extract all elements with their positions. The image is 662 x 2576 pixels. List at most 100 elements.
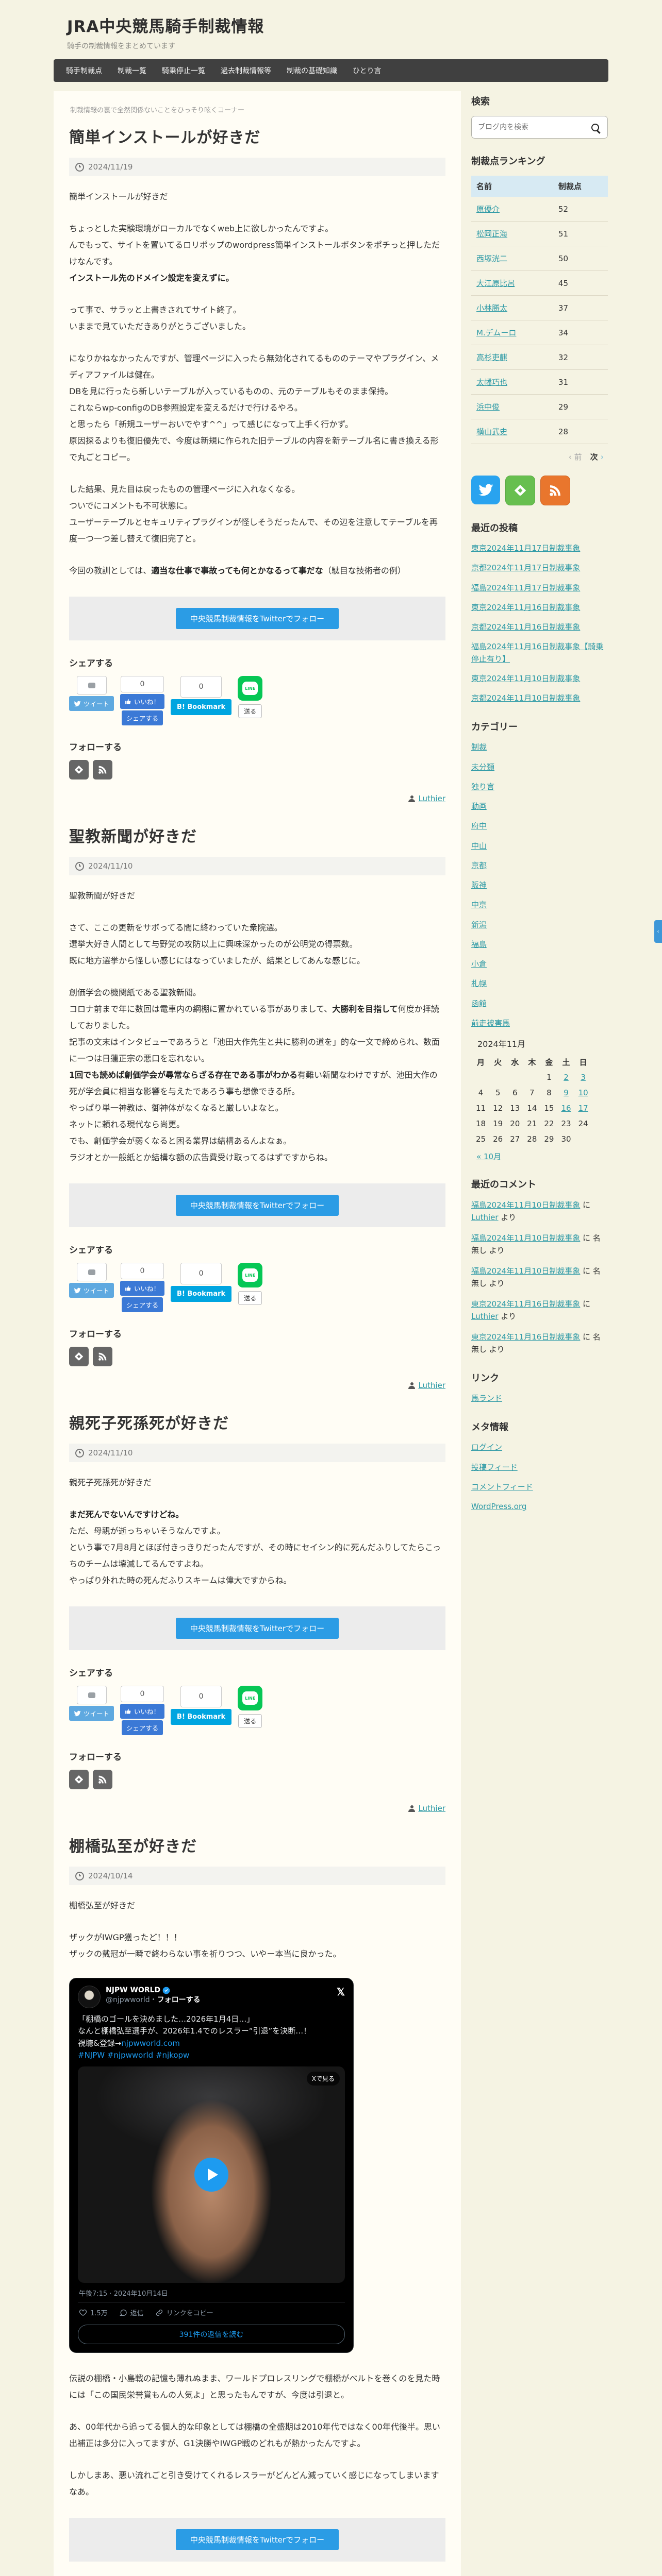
line-icon[interactable]: LINE <box>238 1263 263 1287</box>
jockey-link[interactable]: 大江原比呂 <box>476 279 515 288</box>
facebook-like-button[interactable]: いいね！ <box>120 1704 165 1719</box>
line-icon[interactable]: LINE <box>238 1686 263 1710</box>
category-link[interactable]: 未分類 <box>471 762 494 772</box>
hatena-bookmark-button[interactable]: B! Bookmark <box>171 1286 232 1302</box>
embedded-tweet[interactable]: NJPW WORLD @njpwworld・フォローする 𝕏 「棚橋のゴールを決めまし… <box>69 1978 354 2353</box>
jockey-link[interactable]: 西塚洸二 <box>476 254 507 263</box>
recent-post-link[interactable]: 京都2024年11月16日制裁事象 <box>471 622 580 632</box>
category-link[interactable]: 府中 <box>471 821 487 831</box>
feedly-social-button[interactable] <box>505 476 535 505</box>
nav-item[interactable]: 騎乗停止一覧 <box>162 65 205 76</box>
category-link[interactable]: 阪神 <box>471 880 487 890</box>
meta-link[interactable]: WordPress.org <box>471 1502 526 1511</box>
copy-link-action[interactable]: リンクをコピー <box>155 2308 213 2317</box>
hatena-bookmark-button[interactable]: B! Bookmark <box>171 699 232 715</box>
category-link[interactable]: 福島 <box>471 940 487 949</box>
category-link[interactable]: 独り言 <box>471 782 494 791</box>
feedly-follow-icon[interactable] <box>69 1347 89 1366</box>
line-send-button[interactable]: 送る <box>238 704 262 718</box>
meta-link[interactable]: コメントフィード <box>471 1482 533 1492</box>
facebook-like-button[interactable]: いいね！ <box>120 1281 165 1296</box>
category-link[interactable]: 中京 <box>471 900 487 909</box>
jockey-link[interactable]: 小林勝太 <box>476 303 507 313</box>
category-link[interactable]: 新潟 <box>471 920 487 929</box>
twitter-follow-button[interactable]: 中央競馬制裁情報をTwitterでフォロー <box>175 2529 339 2550</box>
jockey-link[interactable]: 太幡巧也 <box>476 378 507 387</box>
recent-post-link[interactable]: 京都2024年11月10日制裁事象 <box>471 693 580 703</box>
recent-post-link[interactable]: 福島2024年11月16日制裁事象【騎乗停止有り】 <box>471 642 603 663</box>
tweet-link[interactable]: njpwworld.com <box>121 2039 180 2048</box>
tweet-video[interactable]: Xで見る <box>78 2066 345 2283</box>
category-link[interactable]: 制裁 <box>471 742 487 752</box>
nav-item[interactable]: 制裁の基礎知識 <box>287 65 337 76</box>
line-send-button[interactable]: 送る <box>238 1714 262 1728</box>
comment-post-link[interactable]: 福島2024年11月10日制裁事象 <box>471 1200 580 1210</box>
author-link[interactable]: Luthier <box>418 1804 445 1813</box>
category-link[interactable]: 小倉 <box>471 959 487 969</box>
nav-item[interactable]: 制裁一覧 <box>118 65 146 76</box>
calendar-day-link[interactable]: 3 <box>581 1073 586 1082</box>
category-link[interactable]: 函館 <box>471 999 487 1008</box>
tweet-hashtags[interactable]: #NJPW #njpwworld #njkopw <box>78 2050 189 2060</box>
jockey-link[interactable]: M.デムーロ <box>476 328 516 337</box>
read-replies-button[interactable]: 391件の返信を読む <box>78 2325 345 2344</box>
comment-post-link[interactable]: 東京2024年11月16日制裁事象 <box>471 1332 580 1342</box>
meta-link[interactable]: ログイン <box>471 1443 502 1452</box>
jockey-link[interactable]: 松岡正海 <box>476 229 507 239</box>
category-link[interactable]: 前走被害馬 <box>471 1019 510 1028</box>
comment-post-link[interactable]: 福島2024年11月10日制裁事象 <box>471 1266 580 1276</box>
calendar-prev-month-link[interactable]: « 10月 <box>476 1151 501 1162</box>
category-link[interactable]: 京都 <box>471 861 487 870</box>
nav-item[interactable]: 騎手制裁点 <box>66 65 102 76</box>
recent-post-link[interactable]: 東京2024年11月16日制裁事象 <box>471 603 580 612</box>
calendar-day-link[interactable]: 17 <box>578 1104 588 1113</box>
search-input[interactable] <box>471 116 608 139</box>
jockey-link[interactable]: 高杉吏麒 <box>476 353 507 362</box>
page-side-tab[interactable]: ‹ <box>654 920 662 943</box>
tweet-button[interactable]: ツイート <box>69 1283 114 1298</box>
category-link[interactable]: 中山 <box>471 841 487 851</box>
rss-follow-icon[interactable] <box>93 760 112 779</box>
facebook-share-button[interactable]: シェアする <box>121 1297 163 1312</box>
line-send-button[interactable]: 送る <box>238 1291 262 1305</box>
twitter-follow-button[interactable]: 中央競馬制裁情報をTwitterでフォロー <box>175 1618 339 1639</box>
jockey-link[interactable]: 原優介 <box>476 205 500 214</box>
twitter-follow-button[interactable]: 中央競馬制裁情報をTwitterでフォロー <box>175 608 339 629</box>
nav-item[interactable]: ひとり言 <box>353 65 382 76</box>
recent-post-link[interactable]: 福島2024年11月17日制裁事象 <box>471 583 580 592</box>
tweet-timestamp[interactable]: 午後7:15 · 2024年10月14日 <box>79 2288 344 2298</box>
x-logo-icon[interactable]: 𝕏 <box>337 1986 345 1998</box>
tweet-button[interactable]: ツイート <box>69 696 114 711</box>
tweet-button[interactable]: ツイート <box>69 1706 114 1721</box>
calendar-day-link[interactable]: 9 <box>564 1088 569 1097</box>
category-link[interactable]: 動画 <box>471 802 487 811</box>
recent-post-link[interactable]: 東京2024年11月10日制裁事象 <box>471 674 580 683</box>
comment-post-link[interactable]: 東京2024年11月16日制裁事象 <box>471 1299 580 1309</box>
nav-item[interactable]: 過去制裁情報等 <box>221 65 271 76</box>
recent-post-link[interactable]: 京都2024年11月17日制裁事象 <box>471 563 580 572</box>
rss-social-button[interactable] <box>540 476 570 505</box>
jockey-link[interactable]: 浜中俊 <box>476 402 500 412</box>
author-link[interactable]: Luthier <box>418 1381 445 1390</box>
comment-post-link[interactable]: 福島2024年11月10日制裁事象 <box>471 1233 580 1243</box>
pager-next[interactable]: 次 › <box>590 451 604 462</box>
facebook-share-button[interactable]: シェアする <box>121 710 163 725</box>
category-link[interactable]: 札幌 <box>471 979 487 988</box>
tweet-follow-link[interactable]: フォローする <box>157 1996 201 2004</box>
pager-prev[interactable]: ‹ 前 <box>569 451 582 462</box>
facebook-share-button[interactable]: シェアする <box>121 1720 163 1735</box>
calendar-day-link[interactable]: 16 <box>561 1104 571 1113</box>
blogroll-link[interactable]: 馬ランド <box>471 1394 502 1403</box>
comment-author-link[interactable]: Luthier <box>471 1213 499 1222</box>
like-action[interactable]: 1.5万 <box>79 2308 108 2317</box>
meta-link[interactable]: 投稿フィード <box>471 1463 518 1472</box>
comment-author-link[interactable]: Luthier <box>471 1312 499 1321</box>
feedly-follow-icon[interactable] <box>69 1770 89 1789</box>
author-link[interactable]: Luthier <box>418 794 445 803</box>
twitter-follow-button[interactable]: 中央競馬制裁情報をTwitterでフォロー <box>175 1195 339 1216</box>
twitter-social-button[interactable] <box>471 476 500 504</box>
play-button-icon[interactable] <box>194 2158 228 2192</box>
reply-action[interactable]: 返信 <box>119 2308 144 2317</box>
recent-post-link[interactable]: 東京2024年11月17日制裁事象 <box>471 544 580 553</box>
calendar-day-link[interactable]: 2 <box>564 1073 569 1082</box>
